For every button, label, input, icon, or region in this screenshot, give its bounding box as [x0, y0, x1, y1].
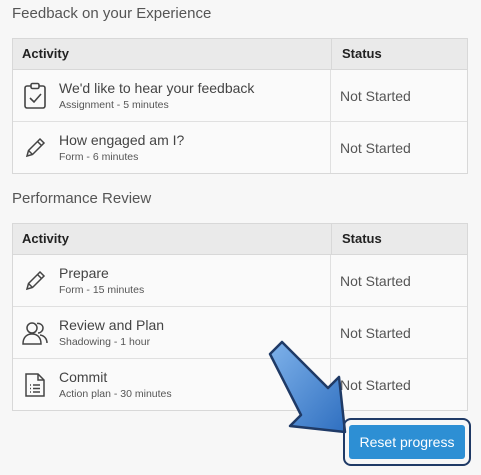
table-row[interactable]: We'd like to hear your feedback Assignme… — [13, 70, 467, 122]
people-icon — [21, 319, 49, 347]
activity-cell[interactable]: We'd like to hear your feedback Assignme… — [13, 70, 331, 121]
activity-column-header: Activity — [13, 224, 332, 254]
status-column-header: Status — [342, 231, 382, 246]
pencil-icon — [21, 134, 49, 162]
status-cell: Not Started — [340, 87, 411, 104]
table-row[interactable]: How engaged am I? Form - 6 minutes Not S… — [13, 122, 467, 173]
activity-subtitle: Form - 6 minutes — [59, 150, 139, 163]
activity-cell[interactable]: How engaged am I? Form - 6 minutes — [13, 122, 331, 173]
table-row[interactable]: Commit Action plan - 30 minutes Not Star… — [13, 359, 467, 410]
status-cell: Not Started — [340, 139, 411, 156]
performance-activity-table: Activity Status Prepare Form - 15 minute… — [12, 223, 468, 411]
activity-cell[interactable]: Prepare Form - 15 minutes — [13, 255, 331, 306]
reset-progress-button[interactable]: Reset progress — [349, 425, 465, 459]
table-row[interactable]: Review and Plan Shadowing - 1 hour Not S… — [13, 307, 467, 359]
activity-title[interactable]: Prepare — [59, 265, 144, 282]
section-title-performance-review: Performance Review — [12, 190, 152, 207]
activity-subtitle: Assignment - 5 minutes — [59, 98, 169, 111]
reset-button-highlight: Reset progress — [343, 418, 471, 466]
status-column-header: Status — [342, 46, 382, 61]
activity-title[interactable]: How engaged am I? — [59, 132, 184, 149]
activity-title[interactable]: Review and Plan — [59, 317, 164, 334]
table-header: Activity Status — [13, 39, 467, 70]
document-list-icon — [21, 371, 49, 399]
activity-title[interactable]: We'd like to hear your feedback — [59, 80, 254, 97]
table-row[interactable]: Prepare Form - 15 minutes Not Started — [13, 255, 467, 307]
clipboard-icon — [21, 82, 49, 110]
section-title-feedback: Feedback on your Experience — [12, 5, 212, 22]
activity-subtitle: Shadowing - 1 hour — [59, 335, 151, 348]
activity-title[interactable]: Commit — [59, 369, 172, 386]
table-header: Activity Status — [13, 224, 467, 255]
activity-subtitle: Action plan - 30 minutes — [59, 387, 172, 400]
activity-subtitle: Form - 15 minutes — [59, 283, 145, 296]
pencil-icon — [21, 267, 49, 295]
feedback-activity-table: Activity Status We'd like to hear your f… — [12, 38, 468, 174]
activity-column-header: Activity — [13, 39, 332, 69]
status-cell: Not Started — [340, 272, 411, 289]
